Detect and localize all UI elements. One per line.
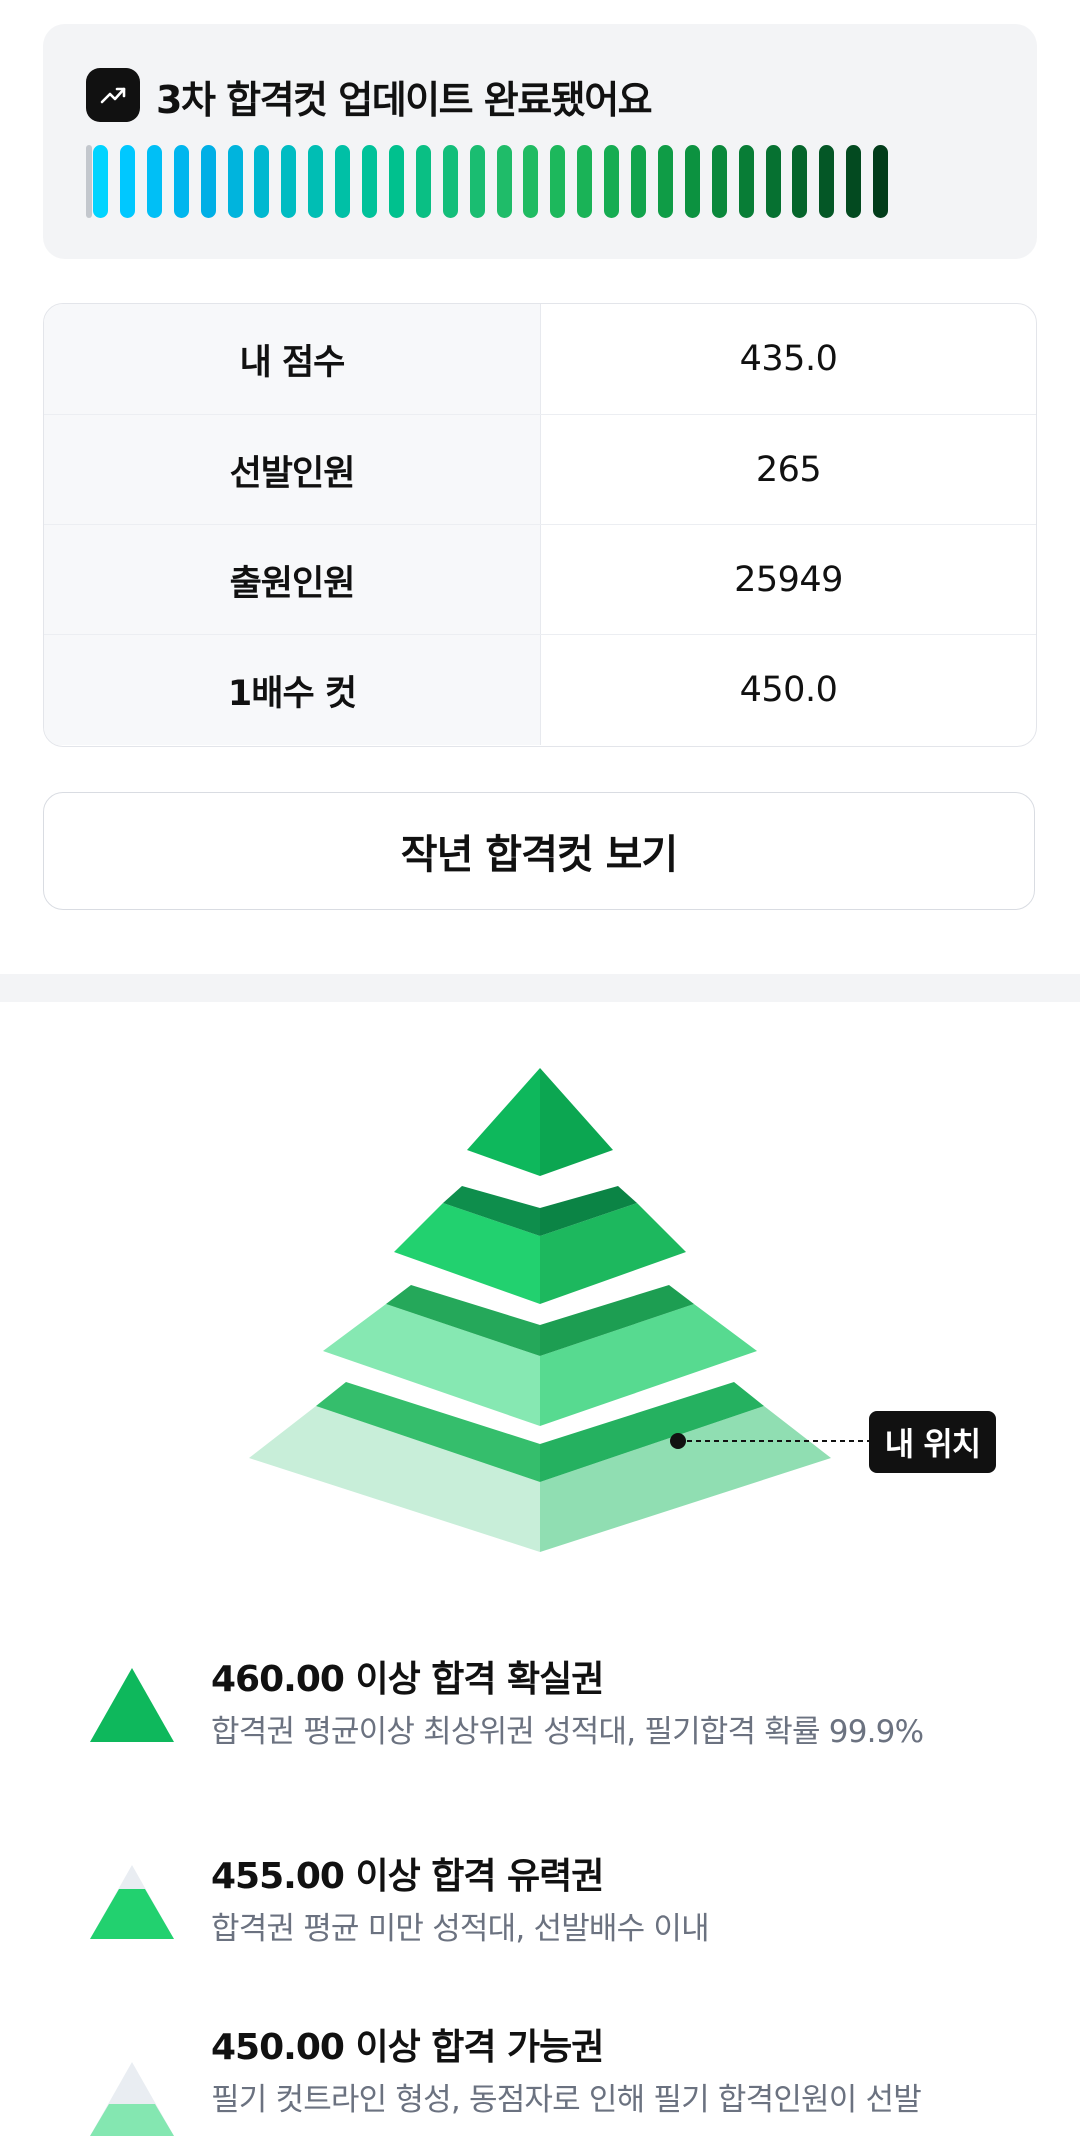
view-last-year-cut-button[interactable]: 작년 합격컷 보기 <box>43 792 1035 910</box>
progress-segment <box>442 145 458 218</box>
ranking-pyramid <box>249 1068 869 1552</box>
stats-label: 선발인원 <box>44 415 541 525</box>
pyramid-tier1-icon <box>90 1668 174 1742</box>
progress-segment <box>873 145 889 218</box>
progress-segment <box>281 145 297 218</box>
pyramid-tier3-icon <box>90 2062 174 2136</box>
stats-value: 450.0 <box>739 670 838 710</box>
progress-segment <box>496 145 512 218</box>
progress-segment <box>711 145 727 218</box>
update-card: 3차 합격컷 업데이트 완료됐어요 <box>43 24 1037 259</box>
stats-row-selection: 선발인원 265 <box>44 414 1036 525</box>
progress-segment <box>523 145 539 218</box>
trending-up-icon <box>86 68 140 122</box>
stats-value: 435.0 <box>739 339 838 379</box>
tier-title: 450.00 이상 합격 가능권 <box>211 2027 604 2068</box>
progress-segment <box>415 145 431 218</box>
pyramid-tier2-icon <box>90 1865 174 1939</box>
pyramid-tier-1 <box>467 1068 613 1176</box>
progress-segment <box>631 145 646 218</box>
tier-description: 필기 컷트라인 형성, 동점자로 인해 필기 합격인원이 선발 <box>211 2082 922 2118</box>
progress-segment <box>227 145 243 218</box>
progress-segment <box>819 145 835 218</box>
progress-segment <box>604 145 620 218</box>
progress-segment <box>792 145 808 218</box>
progress-segment <box>173 145 189 218</box>
tier-description: 합격권 평균이상 최상위권 성적대, 필기합격 확률 99.9% <box>211 1714 924 1750</box>
progress-segment <box>469 145 485 218</box>
progress-segment <box>684 145 700 218</box>
update-progress-bar <box>86 145 997 218</box>
update-title: 3차 합격컷 업데이트 완료됐어요 <box>156 78 653 122</box>
progress-segment <box>765 145 781 218</box>
progress-segment <box>846 145 862 218</box>
progress-segment <box>362 145 377 218</box>
stats-value: 265 <box>755 450 822 490</box>
progress-segment <box>308 145 324 218</box>
section-divider <box>0 974 1080 1002</box>
progress-segment <box>388 145 404 218</box>
progress-segment <box>200 145 216 218</box>
pyramid-tier-2 <box>394 1186 686 1304</box>
progress-segment <box>93 145 108 218</box>
progress-segment <box>146 145 162 218</box>
stats-value: 25949 <box>734 560 843 600</box>
progress-segment <box>550 145 566 218</box>
tier-title: 460.00 이상 합격 확실권 <box>211 1659 604 1700</box>
progress-segment <box>657 145 673 218</box>
stats-label: 내 점수 <box>44 304 541 414</box>
progress-segment <box>577 145 593 218</box>
tier-title: 455.00 이상 합격 유력권 <box>211 1856 604 1897</box>
my-position-label: 내 위치 <box>869 1411 996 1473</box>
progress-segment <box>119 145 135 218</box>
stats-row-cutline: 1배수 컷 450.0 <box>44 634 1036 745</box>
progress-segment <box>254 145 270 218</box>
tier-description: 합격권 평균 미만 성적대, 선발배수 이내 <box>211 1911 710 1947</box>
stats-label: 1배수 컷 <box>44 635 541 745</box>
score-stats-table: 내 점수 435.0 선발인원 265 출원인원 25949 1배수 컷 450… <box>43 303 1037 747</box>
stats-row-applicants: 출원인원 25949 <box>44 524 1036 635</box>
progress-segment <box>86 145 92 218</box>
progress-segment <box>738 145 754 218</box>
stats-label: 출원인원 <box>44 525 541 635</box>
progress-segment <box>335 145 351 218</box>
stats-row-my-score: 내 점수 435.0 <box>44 304 1036 414</box>
